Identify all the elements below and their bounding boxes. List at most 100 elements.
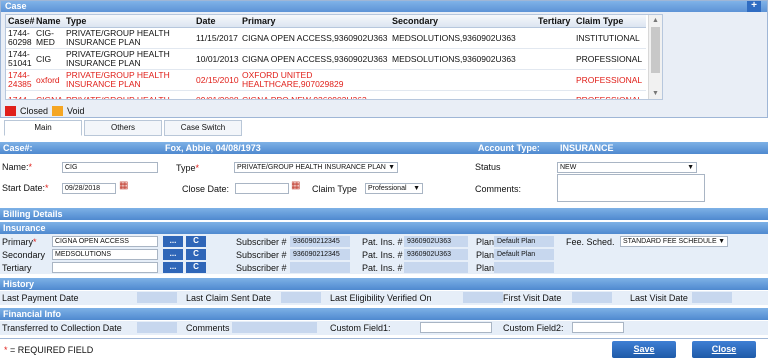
name-label-text: Name: <box>2 162 29 172</box>
first-visit-label: First Visit Date <box>503 293 562 303</box>
case-panel-title-text: Case <box>5 1 27 11</box>
secondary-label: Secondary <box>2 250 46 260</box>
tertiary-subscriber-field[interactable] <box>290 262 350 273</box>
type-select-value: PRIVATE/GROUP HEALTH INSURANCE PLAN <box>237 164 386 171</box>
cell-type: PRIVATE/GROUP HEALTH INSURANCE PLAN <box>64 48 194 70</box>
cell-name: oxford <box>34 69 64 91</box>
case-form: Case#: Fox, Abbie, 04/08/1973 Account Ty… <box>0 136 768 360</box>
fee-schedule-select[interactable]: STANDARD FEE SCHEDULE ▼ <box>620 236 728 247</box>
col-type[interactable]: Type <box>64 15 194 28</box>
close-date-label: Close Date: <box>182 184 230 194</box>
calendar-icon[interactable]: ▦ <box>119 180 128 191</box>
table-row[interactable]: 1744- CIGNA PRIVATE/GROUP HEALTH 09/01/2… <box>6 90 646 99</box>
fee-schedule-label: Fee. Sched. <box>566 237 615 247</box>
table-row[interactable]: 1744-24385 oxford PRIVATE/GROUP HEALTH I… <box>6 69 646 91</box>
close-date-field[interactable] <box>235 183 289 194</box>
primary-pat-ins-field[interactable]: 9360902U363 <box>404 236 468 247</box>
col-claim-type[interactable]: Claim Type <box>574 15 646 28</box>
cell-secondary <box>390 69 536 91</box>
billing-details-bar: Billing Details <box>0 208 768 220</box>
col-date[interactable]: Date <box>194 15 240 28</box>
claim-type-select-value: Professional <box>368 185 407 192</box>
tertiary-plan-field[interactable] <box>494 262 554 273</box>
case-number-label: Case#: <box>3 143 33 153</box>
tab-case-switch[interactable]: Case Switch <box>164 120 242 136</box>
tertiary-pat-ins-field[interactable] <box>404 262 468 273</box>
secondary-browse-button[interactable]: ... <box>163 249 183 260</box>
tertiary-insurance-field[interactable] <box>52 262 158 273</box>
table-row[interactable]: 1744-51041 CIG PRIVATE/GROUP HEALTH INSU… <box>6 48 646 70</box>
cell-secondary: MEDSOLUTIONS,9360902U363 <box>390 48 536 70</box>
secondary-plan-field[interactable]: Default Plan <box>494 249 554 260</box>
secondary-subscriber-field[interactable]: 936090212345 <box>290 249 350 260</box>
primary-plan-field[interactable]: Default Plan <box>494 236 554 247</box>
primary-subscriber-field[interactable]: 936090212345 <box>290 236 350 247</box>
secondary-clear-button[interactable]: C <box>186 249 206 260</box>
claim-type-select[interactable]: Professional ▼ <box>365 183 423 194</box>
collection-date-label: Transferred to Collection Date <box>2 323 122 333</box>
primary-browse-button[interactable]: ... <box>163 236 183 247</box>
custom-field2-input[interactable] <box>572 322 624 333</box>
col-tertiary[interactable]: Tertiary <box>536 15 574 28</box>
secondary-insurance-field[interactable]: MEDSOLUTIONS <box>52 249 158 260</box>
cell-tertiary <box>536 48 574 70</box>
col-case[interactable]: Case# <box>6 15 35 28</box>
cell-date: 11/15/2017 <box>194 27 240 49</box>
tertiary-browse-button[interactable]: ... <box>163 262 183 273</box>
calendar-icon[interactable]: ▦ <box>291 180 300 191</box>
col-name[interactable]: Name <box>34 15 64 28</box>
case-grid: Case# Name Type Date Primary Secondary T… <box>5 14 663 100</box>
save-button[interactable]: Save <box>612 341 676 358</box>
pat-ins-label: Pat. Ins. # <box>362 237 403 247</box>
primary-label: Primary* <box>2 237 37 247</box>
cell-name: CIGNA <box>34 90 64 99</box>
type-select[interactable]: PRIVATE/GROUP HEALTH INSURANCE PLAN ▼ <box>234 162 398 173</box>
case-table-header: Case# Name Type Date Primary Secondary T… <box>6 15 646 28</box>
case-tabs: Main Others Case Switch <box>4 120 244 136</box>
financial-comments-value <box>232 322 317 333</box>
status-select-value: NEW <box>560 164 577 171</box>
table-row[interactable]: 1744-60298 CIG-MED PRIVATE/GROUP HEALTH … <box>6 27 646 49</box>
tertiary-clear-button[interactable]: C <box>186 262 206 273</box>
cell-case: 1744-51041 <box>6 48 34 70</box>
required-mark: * <box>195 163 200 173</box>
primary-clear-button[interactable]: C <box>186 236 206 247</box>
cell-claim-type: PROFESSIONAL <box>574 90 646 99</box>
last-payment-value <box>137 292 177 303</box>
case-header-bar: Case#: Fox, Abbie, 04/08/1973 Account Ty… <box>0 142 768 154</box>
subscriber-label: Subscriber # <box>236 250 287 260</box>
close-button[interactable]: Close <box>692 341 756 358</box>
primary-insurance-field[interactable]: CIGNA OPEN ACCESS <box>52 236 158 247</box>
patient-info: Fox, Abbie, 04/08/1973 <box>165 143 261 153</box>
secondary-pat-ins-field[interactable]: 9360902U363 <box>404 249 468 260</box>
financial-info-bar: Financial Info <box>0 308 768 320</box>
tab-others[interactable]: Others <box>84 120 162 136</box>
status-label: Status <box>475 162 501 172</box>
required-note: * = REQUIRED FIELD <box>4 345 93 355</box>
custom-field1-input[interactable] <box>420 322 492 333</box>
tertiary-label: Tertiary <box>2 263 32 273</box>
col-primary[interactable]: Primary <box>240 15 390 28</box>
tab-main[interactable]: Main <box>4 120 82 136</box>
scroll-up-icon[interactable]: ▲ <box>652 17 659 24</box>
case-grid-scrollbar[interactable]: ▲ ▼ <box>648 15 662 99</box>
account-type-value: INSURANCE <box>560 143 614 153</box>
comments-textarea[interactable] <box>557 174 705 202</box>
case-panel: Case + Case# Name Type Date Primary Seco… <box>0 0 768 118</box>
add-case-button[interactable]: + <box>747 1 761 12</box>
last-claim-sent-value <box>281 292 321 303</box>
claim-type-label: Claim Type <box>312 184 357 194</box>
cell-tertiary <box>536 90 574 99</box>
pat-ins-label: Pat. Ins. # <box>362 250 403 260</box>
subscriber-label: Subscriber # <box>236 263 287 273</box>
name-field[interactable]: CIG <box>62 162 158 173</box>
scroll-down-icon[interactable]: ▼ <box>652 90 659 97</box>
scroll-thumb[interactable] <box>651 27 660 73</box>
cell-tertiary <box>536 69 574 91</box>
status-select[interactable]: NEW ▼ <box>557 162 697 173</box>
start-date-field[interactable]: 09/28/2018 <box>62 183 116 194</box>
cell-primary: CIGNA PPO NEW 9360902U363 <box>240 90 390 99</box>
col-secondary[interactable]: Secondary <box>390 15 536 28</box>
name-label: Name:* <box>2 162 32 172</box>
last-visit-value <box>692 292 732 303</box>
